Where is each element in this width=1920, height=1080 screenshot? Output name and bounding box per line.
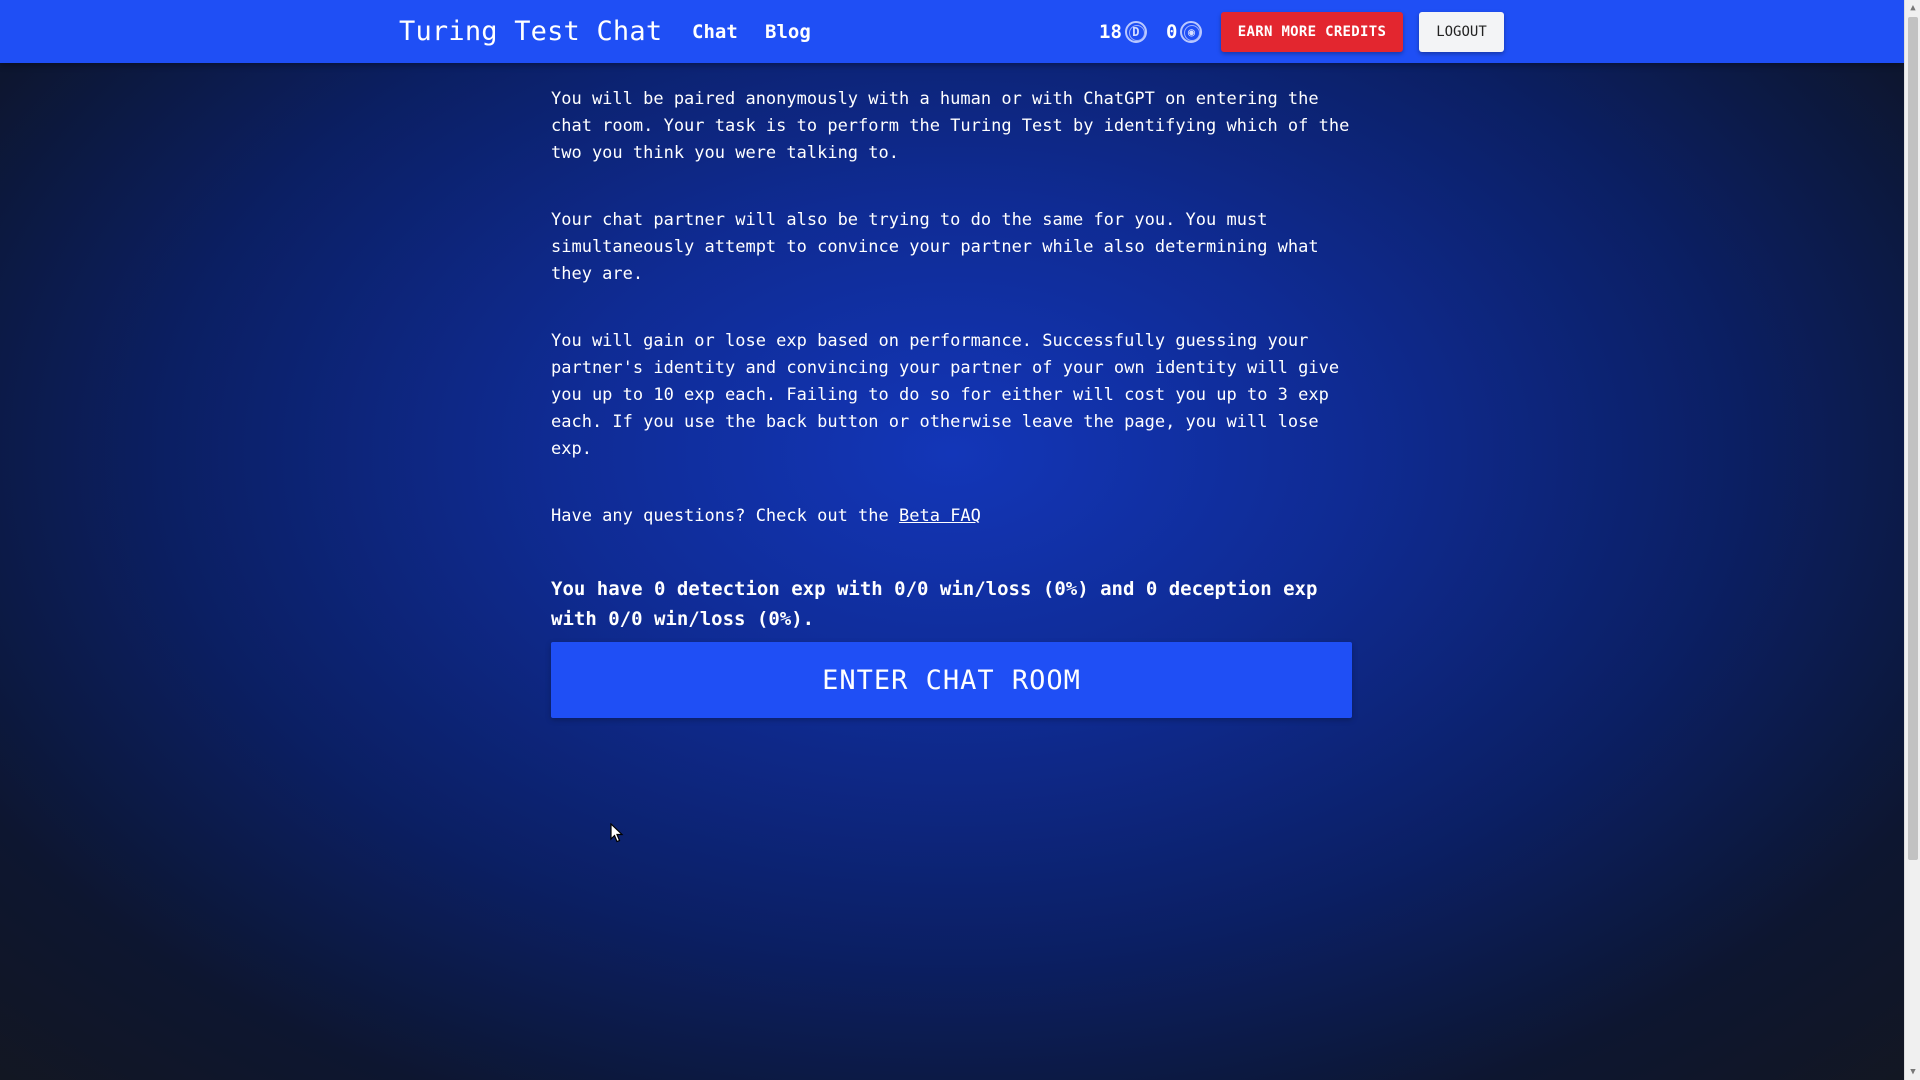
page-background: Turing Test Chat Chat Blog 18 D 0 ◉ EARN…	[0, 0, 1904, 1080]
enter-chat-room-button[interactable]: ENTER CHAT ROOM	[551, 642, 1352, 718]
faq-prefix: Have any questions? Check out the	[551, 506, 889, 526]
navbar: Turing Test Chat Chat Blog 18 D 0 ◉ EARN…	[0, 0, 1904, 63]
exp-balance: 0 ◉	[1166, 19, 1203, 45]
credits-value: 18	[1099, 21, 1122, 43]
scrollbar-thumb[interactable]	[1908, 17, 1918, 860]
exp-stats-text: You have 0 detection exp with 0/0 win/lo…	[551, 578, 1318, 630]
brand-logo-link[interactable]: Turing Test Chat	[399, 14, 662, 50]
main-content: You will be paired anonymously with a hu…	[551, 86, 1353, 634]
vertical-scrollbar[interactable]: ▲ ▼	[1904, 0, 1920, 1080]
mouse-cursor-icon	[610, 823, 624, 843]
exp-rules-paragraph: You will gain or lose exp based on perfo…	[551, 331, 1340, 459]
partner-paragraph: Your chat partner will also be trying to…	[551, 210, 1319, 284]
scroll-up-arrow-icon[interactable]: ▲	[1905, 0, 1920, 16]
experience-coin-icon: ◉	[1180, 21, 1203, 43]
earn-more-credits-button[interactable]: EARN MORE CREDITS	[1221, 12, 1403, 52]
nav-link-chat[interactable]: Chat	[692, 19, 738, 45]
d-coin-icon: D	[1124, 21, 1147, 43]
nav-link-blog[interactable]: Blog	[765, 19, 811, 45]
beta-faq-link[interactable]: Beta FAQ	[899, 506, 981, 526]
exp-value: 0	[1166, 21, 1178, 43]
credits-balance: 18 D	[1099, 19, 1147, 45]
scroll-down-arrow-icon[interactable]: ▼	[1905, 1064, 1920, 1080]
faq-paragraph: Have any questions? Check out the Beta F…	[551, 503, 1353, 530]
logout-button[interactable]: LOGOUT	[1419, 12, 1504, 52]
intro-paragraph: You will be paired anonymously with a hu…	[551, 89, 1350, 163]
